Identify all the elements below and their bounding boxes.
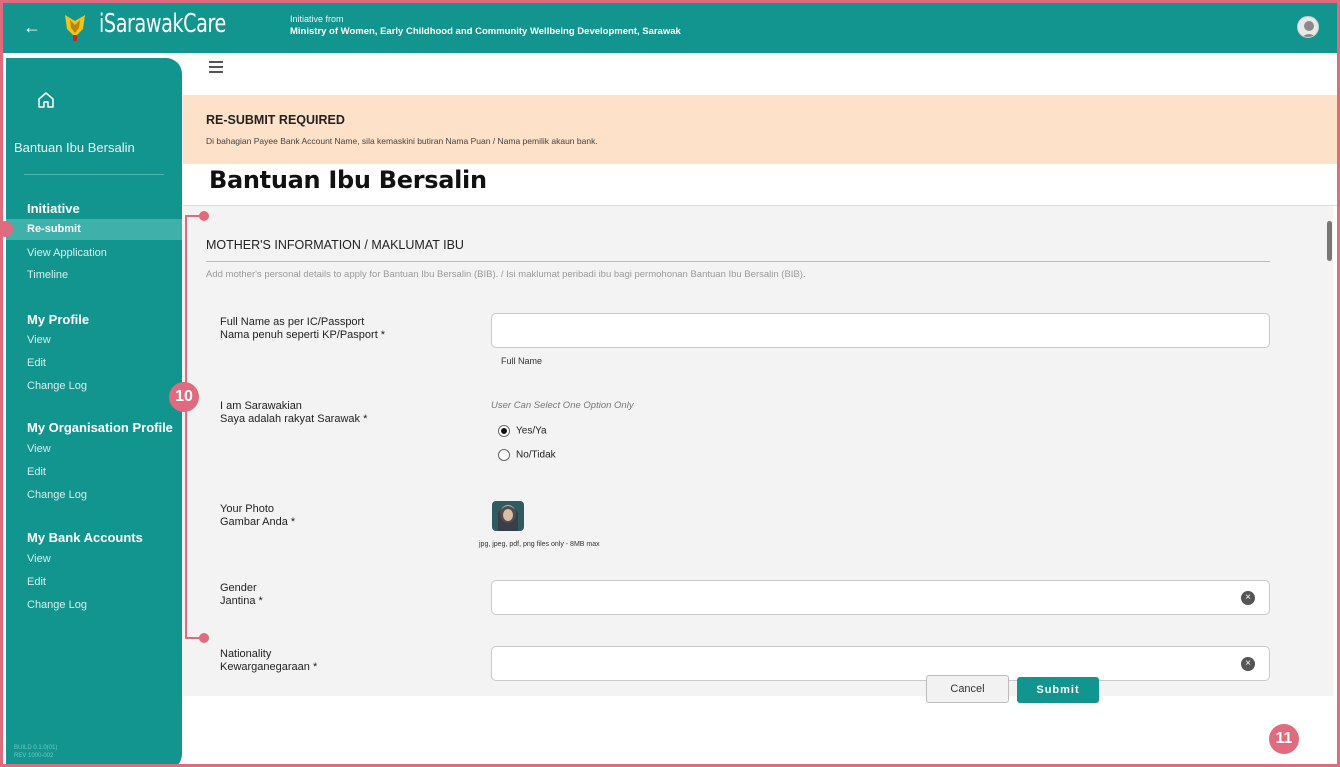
user-avatar-icon[interactable] bbox=[1297, 16, 1319, 38]
gender-label-ms: Jantina * bbox=[220, 595, 263, 607]
sidebar-item-profile-edit[interactable]: Edit bbox=[27, 357, 46, 369]
menu-icon[interactable] bbox=[209, 61, 223, 73]
full-name-label-ms: Nama penuh seperti KP/Pasport * bbox=[220, 329, 386, 341]
sidebar-item-org-change-log[interactable]: Change Log bbox=[27, 489, 87, 501]
form-footer bbox=[183, 696, 1337, 764]
sidebar-item-profile-view[interactable]: View bbox=[27, 334, 51, 346]
nationality-label-ms: Kewarganegaraan * bbox=[220, 661, 318, 673]
sidebar-heading-bank-accounts: My Bank Accounts bbox=[27, 530, 143, 545]
sidebar-item-timeline[interactable]: Timeline bbox=[27, 269, 68, 281]
home-icon[interactable] bbox=[36, 90, 56, 110]
radio-yes-label: Yes/Ya bbox=[516, 425, 547, 437]
build-line-1: BUILD 0.1.0(01) bbox=[14, 745, 58, 751]
full-name-hint: Full Name bbox=[501, 356, 543, 366]
sidebar-item-bank-view[interactable]: View bbox=[27, 553, 51, 565]
annotation-bracket-bottom-dot bbox=[199, 633, 209, 643]
sidebar-heading-initiative: Initiative bbox=[27, 201, 80, 216]
section-description: Add mother's personal details to apply f… bbox=[206, 269, 806, 280]
radio-yes-selected-icon[interactable] bbox=[498, 425, 510, 437]
full-name-label: Full Name as per IC/Passport Nama penuh … bbox=[220, 316, 385, 342]
photo-label-en: Your Photo bbox=[220, 503, 275, 515]
form-scroll-area[interactable]: MOTHER'S INFORMATION / MAKLUMAT IBU Add … bbox=[183, 206, 1333, 696]
sarawak-crest-icon bbox=[65, 15, 85, 41]
section-heading: MOTHER'S INFORMATION / MAKLUMAT IBU bbox=[206, 238, 464, 252]
annotation-bracket-line bbox=[185, 215, 187, 639]
photo-hint: jpg, jpeg, pdf, png files only - 8MB max bbox=[479, 541, 600, 548]
radio-yes[interactable]: Yes/Ya bbox=[498, 425, 547, 437]
build-line-2: REV 1000-002 bbox=[14, 753, 54, 759]
sarawakian-label: I am Sarawakian Saya adalah rakyat Saraw… bbox=[220, 400, 367, 426]
main-area: RE-SUBMIT REQUIRED Di bahagian Payee Ban… bbox=[183, 53, 1337, 764]
radio-no[interactable]: No/Tidak bbox=[498, 449, 556, 461]
initiative-from-label: Initiative from bbox=[290, 14, 344, 24]
brand-logo[interactable]: iSarawakCare bbox=[99, 9, 226, 39]
gender-clear-icon[interactable]: × bbox=[1241, 591, 1255, 605]
sidebar-item-org-view[interactable]: View bbox=[27, 443, 51, 455]
nationality-clear-icon[interactable]: × bbox=[1241, 657, 1255, 671]
section-divider bbox=[206, 261, 1270, 262]
sidebar-item-resubmit[interactable]: Re-submit bbox=[27, 223, 81, 235]
app-window: ← iSarawakCare Initiative from Ministry … bbox=[0, 0, 1340, 767]
gender-label: Gender Jantina * bbox=[220, 582, 263, 608]
full-name-label-en: Full Name as per IC/Passport bbox=[220, 316, 365, 328]
photo-label: Your Photo Gambar Anda * bbox=[220, 503, 295, 529]
submit-button[interactable]: Submit bbox=[1017, 677, 1099, 703]
nationality-label-en: Nationality bbox=[220, 648, 272, 660]
sidebar-divider bbox=[24, 174, 164, 175]
sidebar-heading-my-profile: My Profile bbox=[27, 312, 90, 327]
annotation-bracket-top-dot bbox=[199, 211, 209, 221]
sidebar-item-profile-change-log[interactable]: Change Log bbox=[27, 380, 87, 392]
annotation-badge-10: 10 bbox=[169, 382, 199, 412]
radio-no-icon[interactable] bbox=[498, 449, 510, 461]
single-option-note: User Can Select One Option Only bbox=[491, 400, 634, 411]
gender-select[interactable]: × bbox=[491, 580, 1270, 615]
full-name-input[interactable] bbox=[491, 313, 1270, 348]
resubmit-alert: RE-SUBMIT REQUIRED Di bahagian Payee Ban… bbox=[183, 95, 1337, 164]
build-info: BUILD 0.1.0(01) REV 1000-002 bbox=[14, 744, 57, 760]
radio-no-label: No/Tidak bbox=[516, 449, 556, 461]
sidebar-heading-organisation: My Organisation Profile bbox=[27, 420, 173, 435]
sidebar-item-bank-change-log[interactable]: Change Log bbox=[27, 599, 87, 611]
sidebar-item-bank-edit[interactable]: Edit bbox=[27, 576, 46, 588]
photo-label-ms: Gambar Anda * bbox=[220, 516, 296, 528]
cancel-button[interactable]: Cancel bbox=[926, 675, 1009, 703]
gender-label-en: Gender bbox=[220, 582, 257, 594]
photo-thumbnail[interactable] bbox=[492, 501, 524, 531]
sidebar-item-org-edit[interactable]: Edit bbox=[27, 466, 46, 478]
sidebar: Bantuan Ibu Bersalin Initiative Re-submi… bbox=[6, 58, 182, 764]
alert-title: RE-SUBMIT REQUIRED bbox=[206, 113, 345, 127]
alert-text: Di bahagian Payee Bank Account Name, sil… bbox=[206, 136, 598, 146]
ministry-name: Ministry of Women, Early Childhood and C… bbox=[290, 26, 681, 37]
top-bar: ← iSarawakCare Initiative from Ministry … bbox=[3, 3, 1337, 53]
nationality-select[interactable]: × bbox=[491, 646, 1270, 681]
page-title: Bantuan Ibu Bersalin bbox=[209, 166, 487, 194]
sidebar-title: Bantuan Ibu Bersalin bbox=[14, 140, 135, 155]
annotation-badge-11: 11 bbox=[1269, 724, 1299, 754]
scrollbar-thumb[interactable] bbox=[1327, 221, 1332, 261]
back-arrow-icon[interactable]: ← bbox=[21, 15, 43, 39]
sidebar-item-view-application[interactable]: View Application bbox=[27, 247, 107, 259]
sarawakian-label-en: I am Sarawakian bbox=[220, 400, 302, 412]
sarawakian-label-ms: Saya adalah rakyat Sarawak * bbox=[220, 413, 368, 425]
nationality-label: Nationality Kewarganegaraan * bbox=[220, 648, 317, 674]
